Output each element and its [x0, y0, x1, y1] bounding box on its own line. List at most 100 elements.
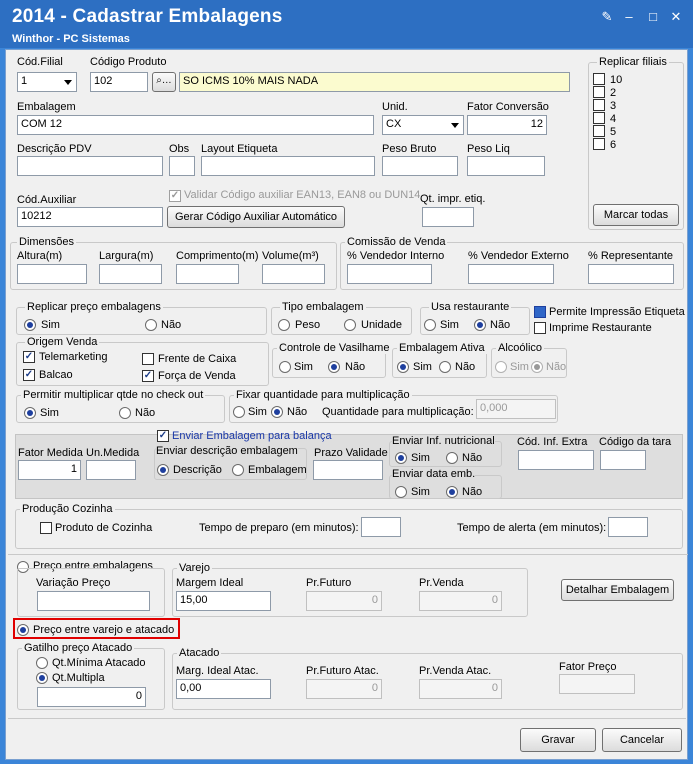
- fixar-sim-radio[interactable]: [233, 406, 245, 418]
- validar-checkbox[interactable]: ✓: [169, 190, 181, 202]
- prvenda-input[interactable]: 0: [419, 591, 502, 611]
- qtd-mult-input[interactable]: 0,000: [476, 399, 556, 419]
- vendedor-externo-input[interactable]: [468, 264, 554, 284]
- unid-select[interactable]: CX: [382, 115, 464, 135]
- permitir-mult-nao-label: Não: [135, 407, 156, 419]
- desc-pdv-input[interactable]: [17, 156, 163, 176]
- prazo-input[interactable]: [313, 460, 383, 480]
- tempo-preparo-label: Tempo de preparo (em minutos):: [199, 522, 359, 534]
- filial-select[interactable]: 1: [17, 72, 77, 92]
- replicar-preco-nao-radio[interactable]: [145, 319, 157, 331]
- fator-preco-input[interactable]: [559, 674, 635, 694]
- qt-impr-input[interactable]: [422, 207, 474, 227]
- balcao-checkbox[interactable]: ✓: [23, 369, 35, 381]
- fator-input[interactable]: 12: [467, 115, 547, 135]
- produto-descricao: SO ICMS 10% MAIS NADA: [179, 72, 570, 92]
- filial-4-checkbox[interactable]: [593, 112, 605, 124]
- representante-input[interactable]: [588, 264, 674, 284]
- cod-aux-label: Cód.Auxiliar: [17, 194, 77, 206]
- data-emb-nao-radio[interactable]: [446, 486, 458, 498]
- preco-varejo-atacado-radio[interactable]: [17, 624, 29, 636]
- nutricional-sim-radio[interactable]: [395, 452, 407, 464]
- alcoolico-sim-radio[interactable]: [495, 361, 507, 373]
- footer-divider: [8, 718, 686, 719]
- close-icon[interactable]: ✕: [669, 10, 683, 24]
- permite-impressao-checkbox[interactable]: [534, 306, 546, 318]
- cod-tara-input[interactable]: [600, 450, 646, 470]
- alcoolico-nao-radio[interactable]: [531, 361, 543, 373]
- filial-2-checkbox[interactable]: [593, 86, 605, 98]
- altura-input[interactable]: [17, 264, 87, 284]
- edit-icon[interactable]: ✎: [600, 10, 614, 24]
- prvenda-atac-input[interactable]: 0: [419, 679, 502, 699]
- descricao-radio[interactable]: [157, 464, 169, 476]
- qt-minima-label: Qt.Mínima Atacado: [52, 657, 146, 669]
- cod-tara-label: Código da tara: [599, 436, 672, 448]
- restaurante-nao-radio[interactable]: [474, 319, 486, 331]
- layout-input[interactable]: [201, 156, 375, 176]
- comprimento-input[interactable]: [176, 264, 239, 284]
- nutricional-nao-radio[interactable]: [446, 452, 458, 464]
- restaurante-sim-radio[interactable]: [424, 319, 436, 331]
- replicar-preco-sim-radio[interactable]: [24, 319, 36, 331]
- unid-label: Unid.: [382, 101, 408, 113]
- peso-liq-label: Peso Liq: [467, 143, 510, 155]
- forca-venda-checkbox[interactable]: ✓: [142, 370, 154, 382]
- prfuturo-input[interactable]: 0: [306, 591, 382, 611]
- vasilhame-nao-radio[interactable]: [328, 361, 340, 373]
- permitir-mult-nao-radio[interactable]: [119, 407, 131, 419]
- permitir-mult-sim-radio[interactable]: [24, 407, 36, 419]
- qt-multipla-radio[interactable]: [36, 672, 48, 684]
- imprime-restaurante-checkbox[interactable]: [534, 322, 546, 334]
- vendedor-interno-input[interactable]: [347, 264, 432, 284]
- representante-label: % Representante: [588, 250, 673, 262]
- largura-input[interactable]: [99, 264, 162, 284]
- tempo-preparo-input[interactable]: [361, 517, 401, 537]
- produto-cozinha-checkbox[interactable]: [40, 522, 52, 534]
- fixar-nao-radio[interactable]: [271, 406, 283, 418]
- marcar-todas-button[interactable]: Marcar todas: [593, 204, 679, 226]
- filial-10-checkbox[interactable]: [593, 73, 605, 85]
- emb-ativa-nao-radio[interactable]: [439, 361, 451, 373]
- un-medida-input[interactable]: [86, 460, 136, 480]
- peso-bruto-input[interactable]: [382, 156, 458, 176]
- filial-5-checkbox[interactable]: [593, 125, 605, 137]
- cozinha-label: Produção Cozinha: [20, 503, 115, 515]
- tipo-unidade-radio[interactable]: [344, 319, 356, 331]
- gerar-codigo-button[interactable]: Gerar Código Auxiliar Automático: [167, 206, 345, 228]
- filial-6-checkbox[interactable]: [593, 138, 605, 150]
- fator-medida-input[interactable]: 1: [18, 460, 81, 480]
- embalagem-radio-label: Embalagem: [248, 464, 307, 476]
- emb-ativa-sim-radio[interactable]: [397, 361, 409, 373]
- volume-input[interactable]: [262, 264, 325, 284]
- margem-ideal-input[interactable]: 15,00: [176, 591, 271, 611]
- prfuturo-atac-input[interactable]: 0: [306, 679, 382, 699]
- tipo-peso-radio[interactable]: [278, 319, 290, 331]
- gravar-button[interactable]: Gravar: [520, 728, 596, 752]
- telemarketing-checkbox[interactable]: ✓: [23, 351, 35, 363]
- marg-ideal-atac-input[interactable]: 0,00: [176, 679, 271, 699]
- cod-inf-extra-input[interactable]: [518, 450, 594, 470]
- minimize-icon[interactable]: –: [622, 10, 636, 24]
- data-emb-sim-radio[interactable]: [395, 486, 407, 498]
- cod-aux-input[interactable]: 10212: [17, 207, 163, 227]
- frente-caixa-checkbox[interactable]: [142, 353, 154, 365]
- obs-input[interactable]: [169, 156, 195, 176]
- variacao-input[interactable]: [37, 591, 150, 611]
- tempo-alerta-input[interactable]: [608, 517, 648, 537]
- qt-atacado-input[interactable]: 0: [37, 687, 146, 707]
- prfuturo-atac-label: Pr.Futuro Atac.: [306, 665, 379, 677]
- filial-3-checkbox[interactable]: [593, 99, 605, 111]
- margem-ideal-label: Margem Ideal: [176, 577, 244, 589]
- detalhar-embalagem-button[interactable]: Detalhar Embalagem: [561, 579, 674, 601]
- cancelar-button[interactable]: Cancelar: [602, 728, 682, 752]
- peso-liq-input[interactable]: [467, 156, 545, 176]
- search-product-button[interactable]: ⌕…: [152, 72, 176, 92]
- maximize-icon[interactable]: □: [646, 10, 660, 24]
- enviar-balanca-checkbox[interactable]: ✓: [157, 430, 169, 442]
- embalagem-input[interactable]: COM 12: [17, 115, 374, 135]
- embalagem-radio[interactable]: [232, 464, 244, 476]
- qt-minima-radio[interactable]: [36, 657, 48, 669]
- produto-input[interactable]: 102: [90, 72, 148, 92]
- vasilhame-sim-radio[interactable]: [279, 361, 291, 373]
